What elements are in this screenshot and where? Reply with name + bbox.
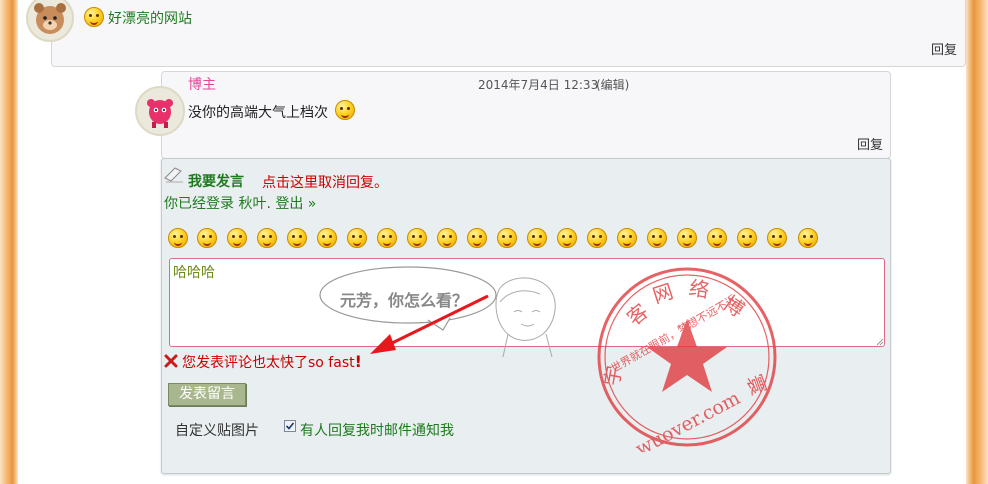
scream-emoticon-icon [84, 7, 104, 27]
form-title: 我要发言 [188, 174, 244, 190]
bear-avatar-icon [34, 3, 66, 34]
resize-handle-icon[interactable] [876, 338, 884, 346]
error-text: 您发表评论也太快了so fast [182, 355, 355, 371]
sad-icon[interactable] [647, 228, 667, 248]
error-mark: ! [354, 352, 362, 371]
username-link[interactable]: 秋叶 [238, 196, 266, 212]
yell-icon[interactable] [677, 228, 697, 248]
thinking-icon[interactable] [467, 228, 487, 248]
notify-label[interactable]: 有人回复我时邮件通知我 [300, 420, 454, 440]
shock-icon[interactable] [407, 228, 427, 248]
svg-text:客: 客 [622, 299, 653, 330]
mad-icon[interactable] [317, 228, 337, 248]
svg-text:络: 络 [687, 276, 711, 303]
reply-link[interactable]: 回复 [931, 39, 957, 58]
checkmark-icon [285, 422, 295, 430]
dizzy-icon[interactable] [557, 228, 577, 248]
confused-icon[interactable] [347, 228, 367, 248]
tongue-icon[interactable] [798, 228, 818, 248]
angry-icon[interactable] [197, 228, 217, 248]
surprise-icon[interactable] [707, 228, 727, 248]
svg-text:wuover.com: wuover.com [632, 387, 744, 452]
custom-image-link[interactable]: 自定义贴图片 [175, 420, 259, 440]
cancel-reply-link[interactable]: 点击这里取消回复。 [262, 172, 388, 192]
edit-link[interactable]: (编辑) [596, 76, 629, 93]
avatar [26, 0, 74, 42]
sneeze-icon[interactable] [587, 228, 607, 248]
tongue-emoticon-icon [335, 100, 355, 120]
wink-icon[interactable] [767, 228, 787, 248]
comment-text: 没你的高端大气上档次 [188, 105, 328, 121]
comment-timestamp: 2014年7月4日 12:33 [478, 78, 599, 92]
page-frame-left [0, 0, 18, 484]
comment-text: 好漂亮的网站 [108, 11, 192, 27]
wow-icon[interactable] [617, 228, 637, 248]
seal-stamp-watermark: 客 网 络 博 宇 寰 世界就在眼前，梦想不远不近 wuover.com [597, 267, 777, 452]
cry-icon[interactable] [257, 228, 277, 248]
svg-text:网: 网 [650, 279, 676, 308]
kiss-icon[interactable] [437, 228, 457, 248]
content-icon[interactable] [737, 228, 757, 248]
smile-icon[interactable] [168, 228, 188, 248]
comment-author[interactable]: 博主 [188, 74, 216, 94]
logout-link[interactable]: 登出 » [275, 196, 316, 212]
pencil-note-icon [164, 167, 183, 183]
notify-checkbox[interactable] [284, 420, 296, 432]
avatar [135, 86, 185, 136]
grin-icon[interactable] [227, 228, 247, 248]
login-status: 你已经登录 秋叶. 登出 » [164, 193, 316, 213]
pink-monster-avatar-icon [147, 99, 173, 128]
laugh-icon[interactable] [287, 228, 307, 248]
error-x-icon [164, 354, 178, 368]
happy-icon[interactable] [527, 228, 547, 248]
error-message: 您发表评论也太快了so fast! [182, 352, 362, 372]
submit-button[interactable]: 发表留言 [168, 383, 246, 406]
separator: . [266, 196, 271, 212]
login-prefix: 你已经登录 [164, 196, 234, 212]
red-arrow-icon [370, 294, 489, 354]
cool-icon[interactable] [497, 228, 517, 248]
frustrated-icon[interactable] [377, 228, 397, 248]
reply-link[interactable]: 回复 [857, 134, 883, 153]
page-frame-right [966, 0, 988, 484]
